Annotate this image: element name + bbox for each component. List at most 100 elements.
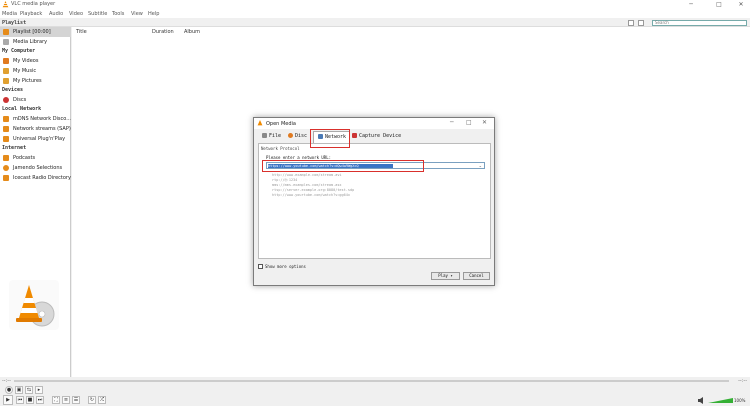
- cancel-button[interactable]: Cancel: [463, 272, 490, 280]
- frame-step-button[interactable]: ▸: [35, 386, 43, 394]
- section-local-network: Local Network: [2, 106, 42, 112]
- sidebar-item-podcasts[interactable]: Podcasts: [0, 153, 71, 163]
- disc-icon: [3, 97, 9, 103]
- sidebar-item-discs[interactable]: Discs: [0, 95, 71, 105]
- show-more-checkbox[interactable]: [258, 264, 263, 269]
- play-button[interactable]: ▶: [3, 395, 13, 405]
- menu-subtitle[interactable]: Subtitle: [88, 11, 107, 17]
- playlist-header: Playlist Search: [0, 18, 750, 27]
- sidebar-item-label: My Music: [13, 68, 37, 74]
- column-duration[interactable]: Duration: [152, 29, 174, 35]
- dialog-maximize-button[interactable]: □: [466, 119, 472, 126]
- previous-button[interactable]: ⏮: [16, 396, 24, 404]
- tab-label: File: [269, 133, 282, 139]
- highlight-url-input: [262, 160, 424, 172]
- chevron-down-icon[interactable]: ⌄: [479, 163, 482, 168]
- menu-tools[interactable]: Tools: [112, 11, 124, 17]
- seek-row: --:-- --:--: [0, 377, 750, 385]
- dialog-minimize-button[interactable]: ─: [450, 119, 454, 126]
- album-art-vlc-cone: [9, 280, 59, 330]
- window-title: VLC media player: [11, 1, 56, 7]
- sidebar-item-label: Network streams (SAP): [13, 126, 71, 132]
- sidebar-item-label: mDNS Network Disco...: [13, 116, 72, 122]
- minimize-button[interactable]: ─: [684, 0, 698, 10]
- network-icon: [3, 136, 9, 142]
- extended-settings-button[interactable]: ≡: [62, 396, 70, 404]
- playlist-sidebar: Playlist [00:00] Media Library My Comput…: [0, 27, 71, 377]
- menu-video[interactable]: Video: [69, 11, 83, 17]
- jamendo-icon: [3, 165, 9, 171]
- pictures-icon: [3, 78, 9, 84]
- chevron-down-icon[interactable]: ▾: [450, 273, 452, 278]
- section-internet: Internet: [2, 145, 27, 151]
- column-album[interactable]: Album: [184, 29, 200, 35]
- sidebar-item-media-library[interactable]: Media Library: [0, 37, 71, 47]
- snapshot-button[interactable]: ▣: [15, 386, 23, 394]
- tab-capture-device[interactable]: Capture Device: [352, 133, 401, 142]
- sidebar-item-my-music[interactable]: My Music: [0, 66, 71, 76]
- network-protocol-label: Network Protocol: [261, 146, 300, 151]
- sidebar-item-my-videos[interactable]: My Videos: [0, 56, 71, 66]
- tab-disc[interactable]: Disc: [288, 133, 307, 142]
- network-icon: [3, 116, 9, 122]
- window-titlebar: VLC media player ─ □ ✕: [0, 0, 750, 10]
- sidebar-item-icecast[interactable]: Icecast Radio Directory: [0, 173, 71, 183]
- sidebar-item-label: Icecast Radio Directory: [13, 175, 71, 181]
- menu-playback[interactable]: Playback: [20, 11, 42, 17]
- playlist-view-button[interactable]: [628, 20, 634, 26]
- playlist-icon: [3, 29, 9, 35]
- fullscreen-button[interactable]: ⛶: [52, 396, 60, 404]
- podcast-icon: [3, 155, 9, 161]
- close-button[interactable]: ✕: [734, 0, 748, 10]
- record-button[interactable]: ●: [5, 386, 13, 394]
- dialog-tabs: File Disc Network Capture Device: [258, 131, 490, 143]
- vlc-cone-icon: [2, 1, 9, 8]
- menu-audio[interactable]: Audio: [49, 11, 63, 17]
- sidebar-item-mdns[interactable]: mDNS Network Disco...: [0, 114, 71, 124]
- sidebar-item-jamendo[interactable]: Jamendo Selections: [0, 163, 71, 173]
- highlight-network-tab: [310, 129, 350, 148]
- loop-ab-button[interactable]: ⇆: [25, 386, 33, 394]
- sidebar-item-upnp[interactable]: Universal Plug'n'Play: [0, 134, 71, 144]
- shuffle-button[interactable]: ⤮: [98, 396, 106, 404]
- sidebar-item-playlist[interactable]: Playlist [00:00]: [0, 27, 71, 37]
- show-more-options[interactable]: Show more options: [258, 264, 306, 269]
- dialog-titlebar: Open Media ─ □ ✕: [254, 118, 494, 129]
- total-time: --:--: [738, 378, 747, 384]
- tab-label: Capture Device: [359, 133, 402, 139]
- elapsed-time: --:--: [2, 378, 11, 384]
- music-icon: [3, 68, 9, 74]
- tab-file[interactable]: File: [262, 133, 281, 142]
- open-media-dialog: Open Media ─ □ ✕ File Disc Network Captu…: [253, 117, 495, 286]
- menu-bar: Media Playback Audio Video Subtitle Tool…: [0, 10, 750, 18]
- playlist-toggle-button[interactable]: ☰: [72, 396, 80, 404]
- seek-slider[interactable]: [14, 380, 729, 382]
- section-devices: Devices: [2, 87, 24, 93]
- playlist-title: Playlist: [2, 20, 27, 26]
- playlist-mode-button[interactable]: [638, 20, 644, 26]
- capture-icon: [352, 133, 357, 138]
- menu-help[interactable]: Help: [148, 11, 159, 17]
- playlist-search-input[interactable]: Search: [652, 20, 747, 26]
- maximize-button[interactable]: □: [712, 0, 726, 10]
- loop-button[interactable]: ↻: [88, 396, 96, 404]
- column-title[interactable]: Title: [76, 29, 87, 35]
- speaker-icon[interactable]: [698, 397, 706, 404]
- sidebar-item-my-pictures[interactable]: My Pictures: [0, 76, 71, 86]
- url-examples: http://www.example.com/stream.avi rtp://…: [272, 173, 354, 198]
- menu-media[interactable]: Media: [2, 11, 17, 17]
- volume-slider[interactable]: [708, 398, 733, 403]
- show-more-label: Show more options: [265, 264, 306, 269]
- next-button[interactable]: ⏭: [36, 396, 44, 404]
- radio-icon: [3, 175, 9, 181]
- sidebar-item-label: My Pictures: [13, 78, 42, 84]
- stop-button[interactable]: ■: [26, 396, 34, 404]
- file-icon: [262, 133, 267, 138]
- disc-icon: [288, 133, 293, 138]
- menu-view[interactable]: View: [131, 11, 143, 17]
- sidebar-item-sap[interactable]: Network streams (SAP): [0, 124, 71, 134]
- play-button[interactable]: Play ▾: [431, 272, 460, 280]
- sidebar-item-label: Podcasts: [13, 155, 36, 161]
- dialog-close-button[interactable]: ✕: [482, 119, 487, 126]
- sidebar-item-label: Media Library: [13, 39, 48, 45]
